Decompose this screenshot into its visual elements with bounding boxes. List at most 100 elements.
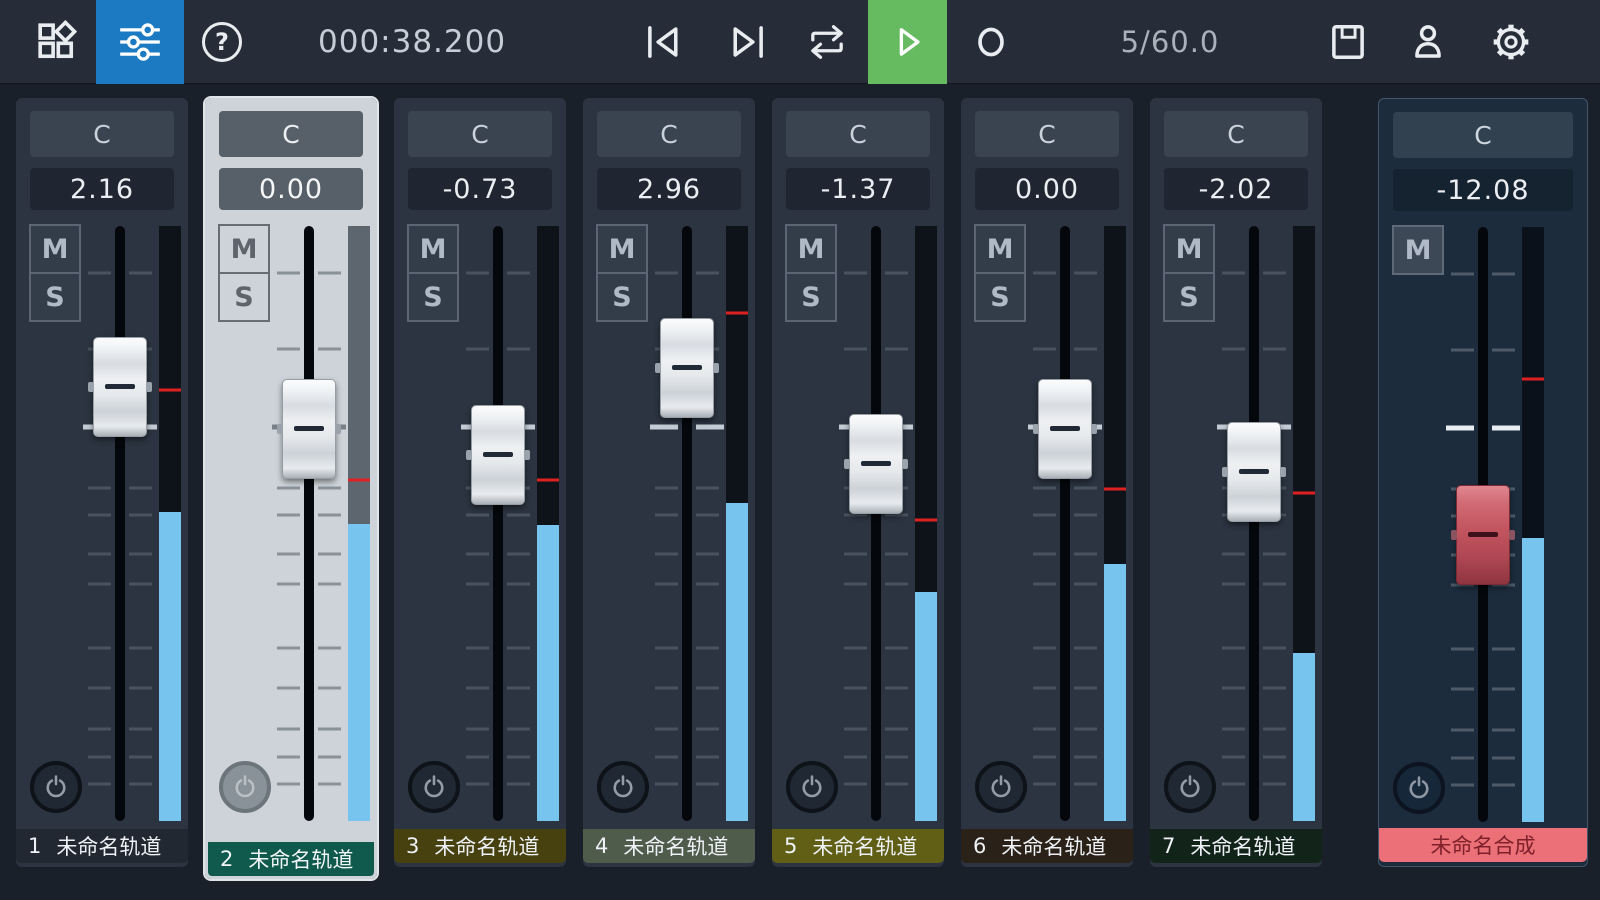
pan-button[interactable]: C <box>786 111 930 157</box>
play-button[interactable] <box>868 0 947 84</box>
skip-forward-button[interactable] <box>722 0 772 84</box>
channel-label[interactable]: 4 未命名轨道 <box>583 829 755 863</box>
pan-button[interactable]: C <box>219 111 363 157</box>
fader-tick <box>129 783 152 786</box>
position-display[interactable]: 5/60.0 <box>1090 0 1250 84</box>
meter-fill <box>1293 653 1315 821</box>
fader-tick <box>885 647 908 650</box>
gain-value[interactable]: 0.00 <box>219 168 363 210</box>
channel-strip[interactable]: C -0.73 M S 3 未命名轨道 <box>394 98 566 867</box>
channel-strip[interactable]: C 0.00 M S 2 未命名轨道 <box>205 98 377 879</box>
fader-tick <box>318 686 341 689</box>
fader-tick <box>507 686 530 689</box>
power-button[interactable] <box>408 761 460 813</box>
fader-tick <box>1263 348 1286 351</box>
fader-track[interactable] <box>115 226 125 821</box>
settings-button[interactable] <box>1486 0 1536 84</box>
power-button[interactable] <box>975 761 1027 813</box>
power-button[interactable] <box>786 761 838 813</box>
gain-value[interactable]: -12.08 <box>1393 169 1573 211</box>
fader-zone <box>205 226 377 821</box>
meter-fill <box>159 512 181 821</box>
fader-cap[interactable] <box>282 379 336 479</box>
fader-cap[interactable] <box>660 318 714 418</box>
fader-tick <box>318 553 341 556</box>
fader-track[interactable] <box>1060 226 1070 821</box>
layout-button[interactable] <box>29 0 85 84</box>
pan-button[interactable]: C <box>30 111 174 157</box>
fader-zone <box>772 226 944 821</box>
fader-cap[interactable] <box>93 337 147 437</box>
fader-tick <box>696 686 719 689</box>
fader-tick <box>1033 647 1056 650</box>
channel-strip[interactable]: C 2.16 M S 1 未命名轨道 <box>16 98 188 867</box>
channel-label[interactable]: 1 未命名轨道 <box>16 829 188 863</box>
fader-zone <box>16 226 188 821</box>
channel-label[interactable]: 6 未命名轨道 <box>961 829 1133 863</box>
channel-strip[interactable]: C -12.08 M 未命名合成 <box>1378 98 1588 867</box>
power-button[interactable] <box>219 761 271 813</box>
channel-strip[interactable]: C 0.00 M S 6 未命名轨道 <box>961 98 1133 867</box>
time-display[interactable]: 000:38.200 <box>318 0 506 84</box>
channel-name: 未命名轨道 <box>1190 831 1295 861</box>
pan-button[interactable]: C <box>408 111 552 157</box>
loop-icon <box>803 24 851 60</box>
gain-value[interactable]: 2.16 <box>30 168 174 210</box>
fader-cap[interactable] <box>1227 422 1281 522</box>
pan-button[interactable]: C <box>975 111 1119 157</box>
power-button[interactable] <box>30 761 82 813</box>
fader-cap[interactable] <box>1456 485 1510 585</box>
channel-label[interactable]: 3 未命名轨道 <box>394 829 566 863</box>
power-button[interactable] <box>1393 762 1445 814</box>
gain-value[interactable]: 2.96 <box>597 168 741 210</box>
fader-track[interactable] <box>871 226 881 821</box>
skip-forward-icon <box>727 23 767 61</box>
fader-tick <box>696 783 719 786</box>
pan-button[interactable]: C <box>1393 112 1573 158</box>
fader-tick <box>1033 583 1056 586</box>
fader-track[interactable] <box>304 226 314 821</box>
fader-track[interactable] <box>493 226 503 821</box>
channel-strip[interactable]: C -2.02 M S 7 未命名轨道 <box>1150 98 1322 867</box>
fader-tick <box>844 686 867 689</box>
user-button[interactable] <box>1403 0 1453 84</box>
record-button[interactable] <box>966 0 1016 84</box>
gain-value[interactable]: -2.02 <box>1164 168 1308 210</box>
gain-value[interactable]: -0.73 <box>408 168 552 210</box>
fader-tick <box>1222 583 1245 586</box>
zero-db-tick <box>696 424 724 429</box>
channel-label[interactable]: 未命名合成 <box>1379 828 1587 862</box>
fader-cap[interactable] <box>849 414 903 514</box>
fader-tick <box>318 783 341 786</box>
save-button[interactable] <box>1323 0 1373 84</box>
fader-tick <box>129 553 152 556</box>
gain-value[interactable]: -1.37 <box>786 168 930 210</box>
fader-cap[interactable] <box>1038 379 1092 479</box>
fader-track[interactable] <box>1249 226 1259 821</box>
channel-label[interactable]: 7 未命名轨道 <box>1150 829 1322 863</box>
power-icon <box>986 772 1016 802</box>
fader-tick <box>844 553 867 556</box>
skip-back-button[interactable] <box>639 0 689 84</box>
pan-button[interactable]: C <box>597 111 741 157</box>
mixer-button[interactable] <box>96 0 184 84</box>
power-button[interactable] <box>597 761 649 813</box>
loop-button[interactable] <box>799 0 855 84</box>
gain-value[interactable]: 0.00 <box>975 168 1119 210</box>
fader-tick <box>129 272 152 275</box>
fader-tick <box>1451 687 1474 690</box>
fader-track[interactable] <box>682 226 692 821</box>
power-button[interactable] <box>1164 761 1216 813</box>
fader-tick <box>655 583 678 586</box>
fader-cap[interactable] <box>471 405 525 505</box>
channel-strip[interactable]: C -1.37 M S 5 未命名轨道 <box>772 98 944 867</box>
channel-label[interactable]: 5 未命名轨道 <box>772 829 944 863</box>
help-button[interactable]: ? <box>197 0 247 84</box>
fader-tick <box>1451 729 1474 732</box>
channel-strip[interactable]: C 2.96 M S 4 未命名轨道 <box>583 98 755 867</box>
pan-button[interactable]: C <box>1164 111 1308 157</box>
fader-tick <box>1451 349 1474 352</box>
zero-db-tick <box>650 424 678 429</box>
channel-label[interactable]: 2 未命名轨道 <box>208 842 374 876</box>
fader-tick <box>129 486 152 489</box>
